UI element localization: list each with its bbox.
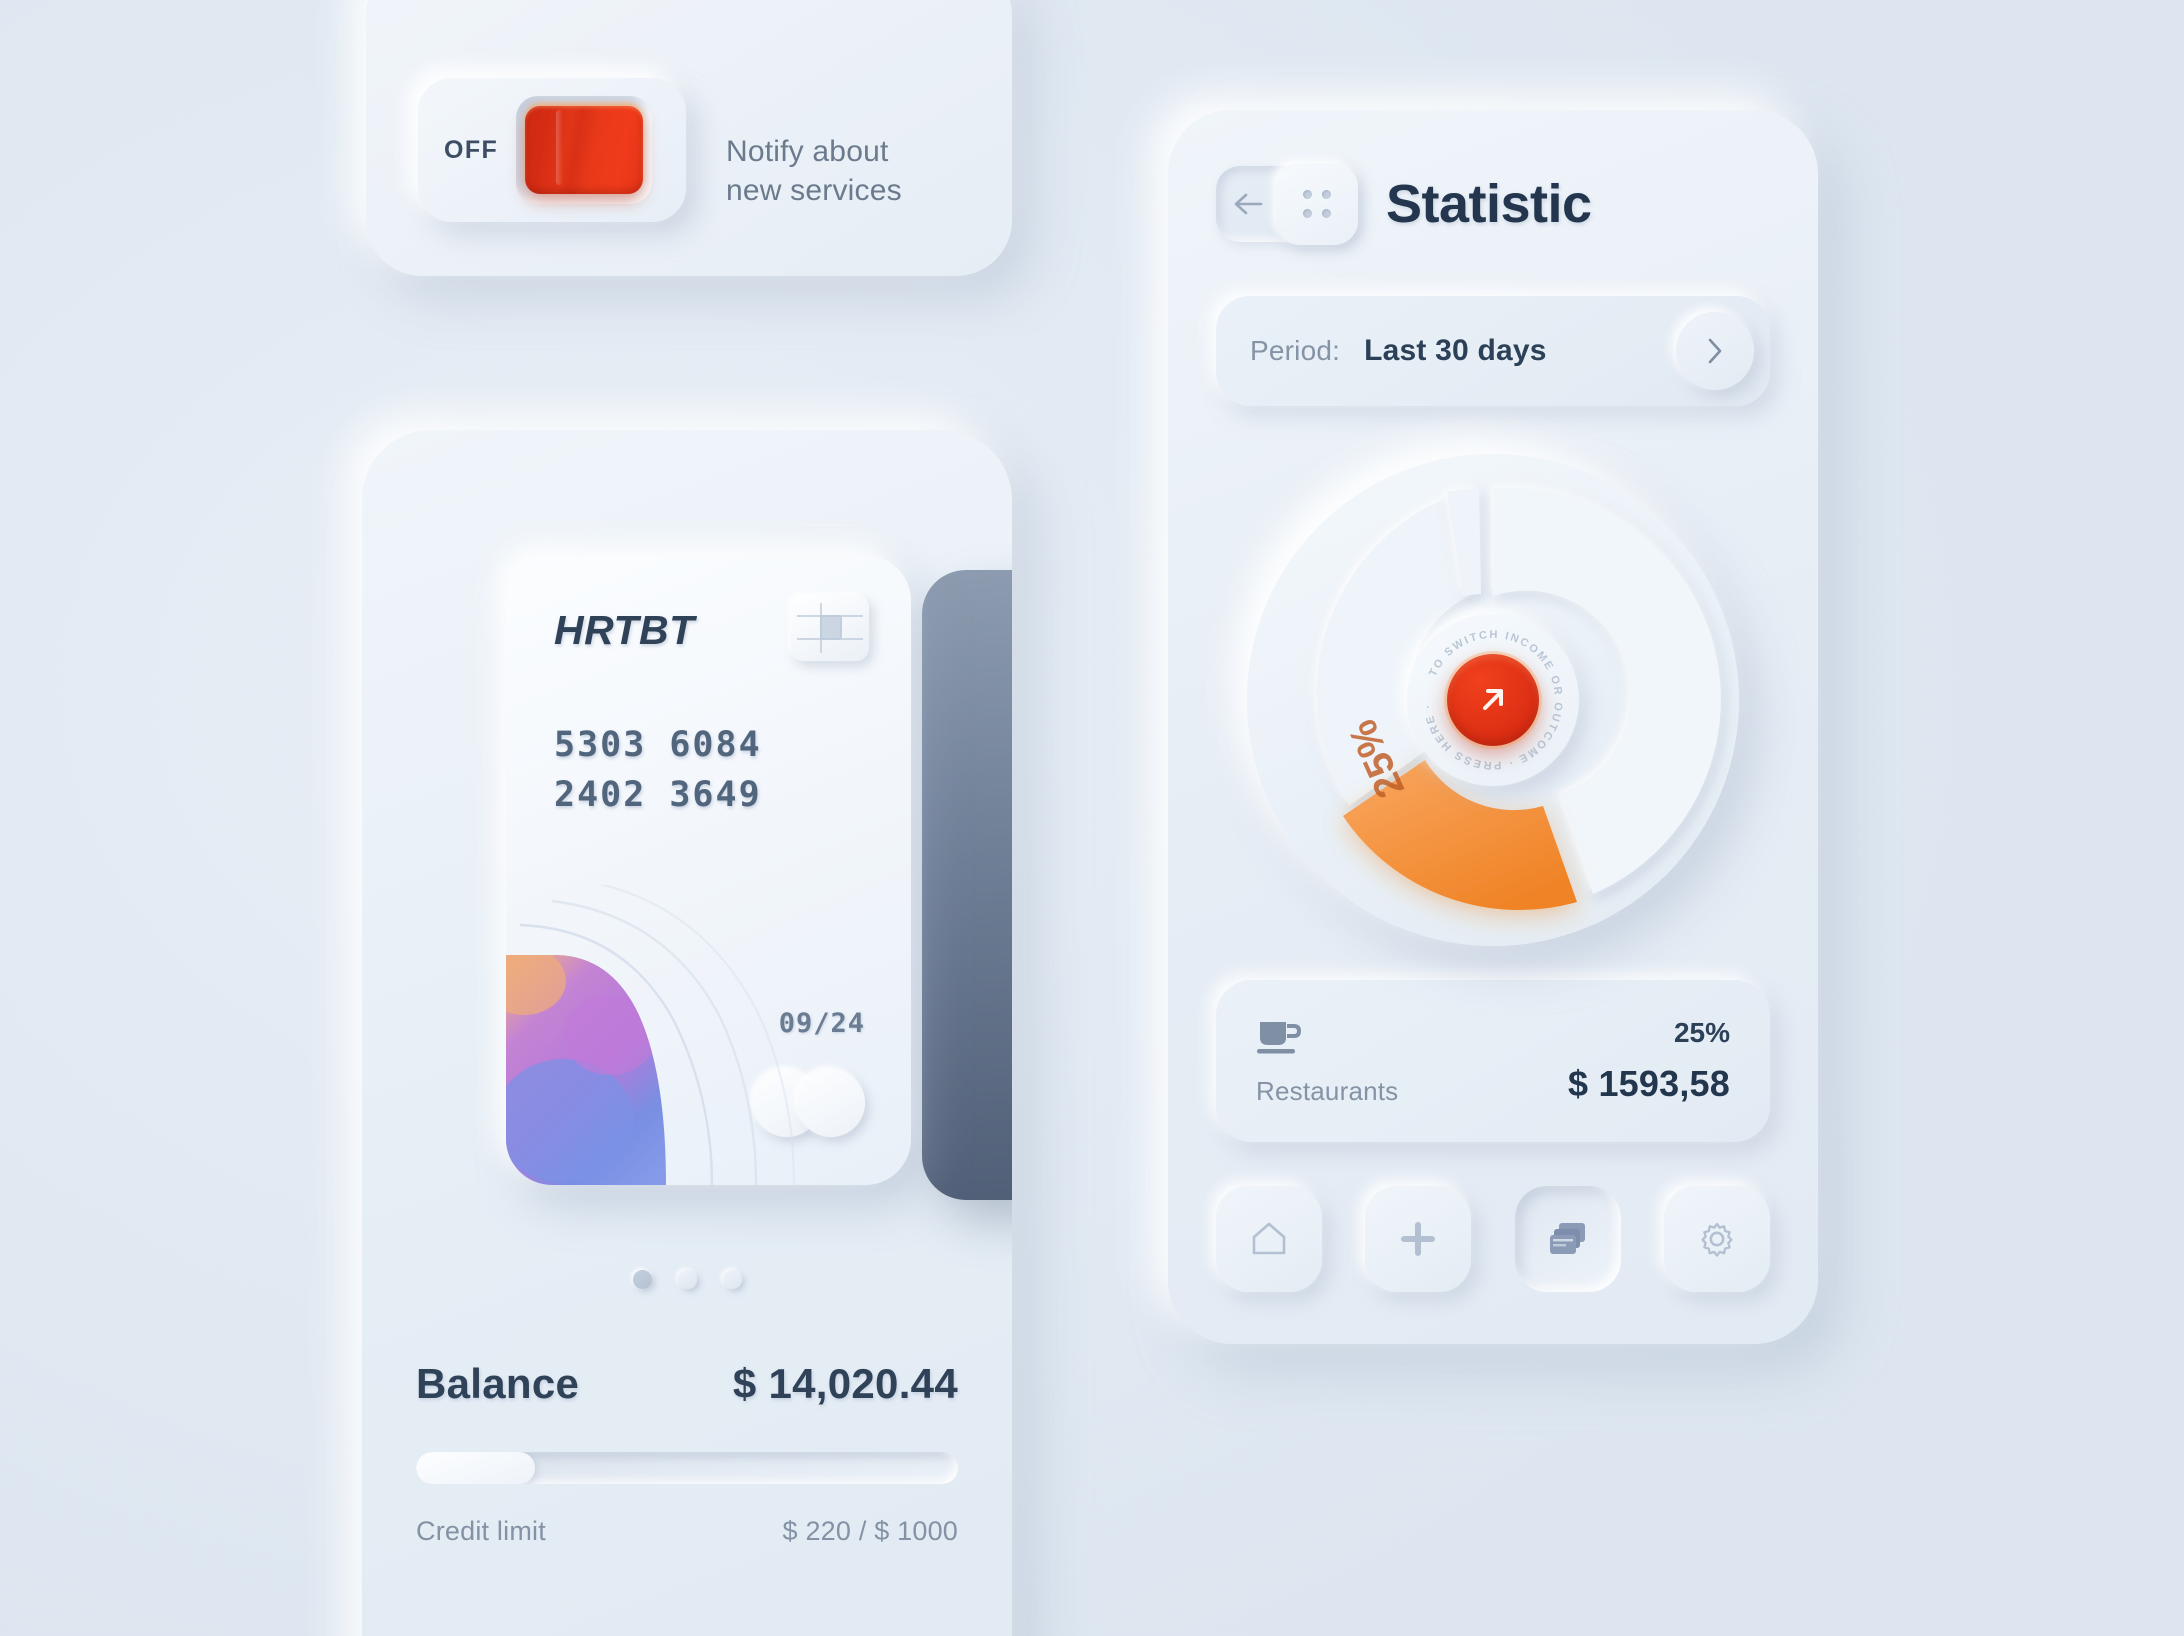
pagination-dot-3[interactable]	[722, 1270, 742, 1289]
card-pagination[interactable]	[362, 1270, 1012, 1289]
balance-section: Balance $ 14,020.44 Credit limit $ 220 /…	[416, 1360, 958, 1547]
card-brand-label: HRTBT	[554, 607, 695, 653]
toggle-track	[516, 96, 653, 204]
expense-percent: 25%	[1673, 1017, 1730, 1048]
credit-progress-fill	[416, 1452, 536, 1484]
emv-chip-icon	[791, 595, 869, 661]
credit-progress-bar[interactable]	[416, 1452, 958, 1484]
balance-value: $ 14,020.44	[732, 1360, 958, 1407]
gear-icon	[1701, 1222, 1733, 1257]
statistic-panel: Statistic Period: Last 30 days 25% TO SW…	[1168, 110, 1818, 1344]
card-number-line-2: 2402 3649	[554, 775, 762, 815]
credit-card[interactable]: HRTBT 5303 6084 2402 3649 09/24	[506, 555, 911, 1185]
plus-icon	[1401, 1222, 1436, 1256]
arrow-left-icon	[1234, 193, 1263, 215]
credit-limit-label: Credit limit	[416, 1516, 546, 1546]
period-next-button[interactable]	[1676, 312, 1754, 390]
arrow-up-right-icon	[1483, 689, 1503, 710]
page-title: Statistic	[1386, 174, 1592, 234]
pagination-dot-2[interactable]	[677, 1270, 697, 1289]
nav-item-add[interactable]	[1365, 1186, 1472, 1292]
expense-left: Restaurants	[1256, 1016, 1398, 1107]
back-button[interactable]	[1216, 166, 1280, 242]
expense-category: Restaurants	[1256, 1075, 1399, 1106]
notify-toggle[interactable]: OFF	[418, 78, 686, 222]
credit-limit-value: $ 220 / $ 1000	[782, 1516, 958, 1546]
nav-item-cards[interactable]	[1514, 1186, 1621, 1292]
bottom-navigation	[1216, 1186, 1770, 1292]
expense-row-card[interactable]: Restaurants 25% $ 1593,58	[1216, 980, 1770, 1142]
card-decorative-art	[506, 885, 796, 1185]
coffee-cup-icon	[1257, 1021, 1302, 1053]
period-selector[interactable]: Period: Last 30 days	[1216, 296, 1770, 406]
wallet-panel: HRTBT 5303 6084 2402 3649 09/24 Balance …	[362, 430, 1012, 1636]
home-icon	[1252, 1222, 1286, 1255]
expense-amount: $ 1593,58	[1568, 1063, 1730, 1104]
balance-row: Balance $ 14,020.44	[416, 1360, 958, 1408]
toggle-state-label: OFF	[444, 135, 499, 164]
header-segmented-control[interactable]	[1216, 163, 1358, 245]
expense-right: 25% $ 1593,58	[1568, 1017, 1730, 1105]
donut-hub[interactable]: TO SWITCH INCOME OR OUTCOME · PRESS HERE…	[1407, 614, 1579, 786]
cards-icon	[1549, 1223, 1585, 1254]
period-label: Period:	[1250, 335, 1341, 366]
card-number-line-1: 5303 6084	[554, 725, 762, 765]
switch-income-outcome-button[interactable]	[1447, 654, 1539, 746]
secondary-card[interactable]	[922, 570, 1012, 1200]
nav-item-home[interactable]	[1216, 1186, 1322, 1292]
spending-donut-chart[interactable]: 25% TO SWITCH INCOME OR OUTCOME · PRESS …	[1216, 446, 1770, 954]
notify-settings-panel: OFF Notify about new services	[366, 0, 1012, 276]
grid-view-button[interactable]	[1276, 163, 1358, 245]
chevron-right-icon	[1708, 338, 1722, 364]
credit-limit-row: Credit limit $ 220 / $ 1000	[416, 1516, 958, 1547]
nav-item-settings[interactable]	[1663, 1186, 1770, 1292]
grid-dots-icon	[1300, 187, 1334, 221]
notify-description: Notify about new services	[726, 135, 902, 207]
statistic-header: Statistic	[1216, 110, 1770, 245]
balance-label: Balance	[416, 1360, 580, 1407]
donut-body: 25% TO SWITCH INCOME OR OUTCOME · PRESS …	[1247, 454, 1739, 946]
period-value: Last 30 days	[1364, 334, 1547, 367]
pagination-dot-1[interactable]	[632, 1270, 652, 1289]
toggle-knob[interactable]	[525, 106, 644, 194]
